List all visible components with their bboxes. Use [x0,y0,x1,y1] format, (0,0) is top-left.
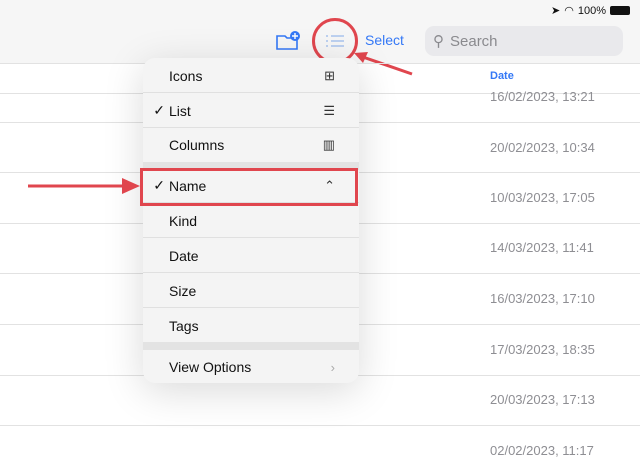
menu-label: Kind [169,212,198,229]
chevron-right-icon: › [330,359,335,375]
new-folder-icon[interactable] [275,30,301,52]
menu-label: View Options [169,359,252,375]
file-date: 16/02/2023, 13:21 [490,89,595,104]
list-icon: ☰ [323,102,335,118]
menu-label: Icons [169,67,203,84]
annotation-highlight-box [140,168,358,206]
grid-icon: ⊞ [324,67,335,83]
file-date: 17/03/2023, 18:35 [490,342,595,357]
menu-label: List [169,102,191,119]
menu-item-date[interactable]: Date [143,239,359,273]
location-icon: ➤ [551,5,561,17]
menu-item-tags[interactable]: Tags [143,309,359,343]
menu-item-kind[interactable]: Kind [143,204,359,238]
divider [0,425,640,426]
search-placeholder: Search [450,32,498,50]
columns-icon: ▥ [322,137,335,152]
menu-separator [143,342,359,350]
status-bar: ➤ ◠ 100% [551,4,630,17]
file-date: 16/03/2023, 17:10 [490,291,595,306]
menu-label: Tags [169,318,199,334]
menu-item-columns[interactable]: Columns ▥ [143,128,359,162]
file-date: 14/03/2023, 11:41 [490,240,594,255]
file-date: 20/02/2023, 10:34 [490,140,595,155]
menu-item-view-options[interactable]: View Options › [143,350,359,383]
menu-label: Columns [169,137,225,153]
search-icon: ⚲ [433,33,444,50]
battery-percent: 100% [577,4,606,17]
select-button[interactable]: Select [365,32,404,48]
menu-label: Size [169,282,197,299]
column-header-date[interactable]: Date [490,70,514,82]
file-date: 20/03/2023, 17:13 [490,392,595,407]
checkmark-icon: ✓ [153,102,165,118]
wifi-icon: ◠ [564,5,574,17]
menu-item-size[interactable]: Size [143,274,359,308]
menu-item-list[interactable]: ✓ List ☰ [143,94,359,128]
search-input[interactable]: ⚲ Search [425,26,623,56]
annotation-arrow-icon [28,178,140,194]
view-menu: Icons ⊞ ✓ List ☰ Columns ▥ ✓ Name ⌃ Kind Date … [143,58,359,383]
file-date: 02/02/2023, 11:17 [490,443,594,458]
menu-label: Date [169,247,199,264]
file-date: 10/03/2023, 17:05 [490,190,595,205]
menu-item-icons[interactable]: Icons ⊞ [143,59,359,93]
battery-icon [610,6,630,15]
